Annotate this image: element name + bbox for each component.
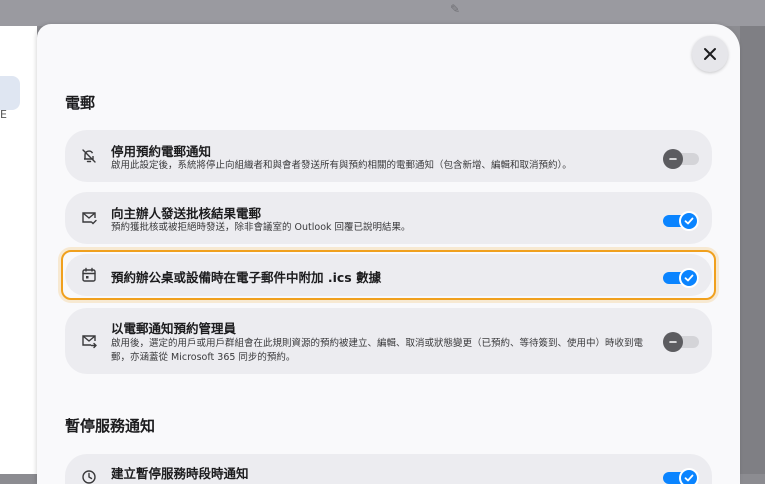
setting-title: 向主辦人發送批核結果電郵 bbox=[111, 206, 262, 221]
mail-forward-icon bbox=[82, 335, 97, 349]
setting-title: 建立暫停服務時段時通知 bbox=[111, 466, 249, 481]
minus-icon bbox=[669, 158, 677, 160]
toggle-disable-booking-emails[interactable] bbox=[663, 149, 699, 169]
close-icon bbox=[704, 48, 716, 60]
section-title-service-pause: 暫停服務通知 bbox=[65, 417, 156, 435]
toggle-approval-result-email[interactable] bbox=[663, 211, 699, 231]
toggle-knob bbox=[679, 468, 699, 484]
clock-icon bbox=[82, 470, 96, 484]
setting-card-disable-booking-emails: 停用預約電郵通知 啟用此設定後，系統將停止向組織者和與會者發送所有與預約相關的電… bbox=[65, 130, 712, 182]
notification-settings-panel: 電郵 停用預約電郵通知 啟用此設定後，系統將停止向組織者和與會者發送所有與預約相… bbox=[37, 24, 740, 484]
setting-title: 以電郵通知預約管理員 bbox=[111, 321, 237, 336]
background-header-icon: ✎ bbox=[450, 2, 461, 16]
setting-description: 預約獲批核或被拒絕時發送，除非會議室的 Outlook 回覆已說明結果。 bbox=[111, 222, 411, 233]
background-app-header bbox=[0, 0, 765, 26]
mail-check-icon bbox=[82, 212, 97, 225]
toggle-service-pause-notify[interactable] bbox=[663, 468, 699, 484]
toggle-knob bbox=[663, 332, 683, 352]
bell-off-icon bbox=[82, 149, 96, 163]
setting-card-notify-booking-admins: 以電郵通知預約管理員 啟用後，選定的用戶或用戶群組會在此規則資源的預約被建立、編… bbox=[65, 308, 712, 374]
background-sidebar-selected bbox=[0, 76, 20, 110]
setting-card-approval-result-email: 向主辦人發送批核結果電郵 預約獲批核或被拒絕時發送，除非會議室的 Outlook… bbox=[65, 192, 712, 244]
setting-description: 啟用此設定後，系統將停止向組織者和與會者發送所有與預約相關的電郵通知（包含新增、… bbox=[111, 160, 572, 171]
setting-card-service-pause-notify: 建立暫停服務時段時通知 bbox=[65, 454, 712, 484]
background-sidebar-glyph: E bbox=[0, 108, 7, 121]
toggle-knob bbox=[663, 149, 683, 169]
close-button[interactable] bbox=[692, 36, 728, 72]
toggle-notify-booking-admins[interactable] bbox=[663, 332, 699, 352]
section-title-email: 電郵 bbox=[65, 94, 96, 112]
setting-title: 停用預約電郵通知 bbox=[111, 144, 212, 159]
background-overlay bbox=[740, 26, 765, 474]
minus-icon bbox=[669, 341, 677, 343]
checkmark-icon bbox=[684, 217, 694, 225]
setting-description: 啟用後，選定的用戶或用戶群組會在此規則資源的預約被建立、編輯、取消或狀態變更（已… bbox=[111, 338, 644, 363]
toggle-knob bbox=[679, 211, 699, 231]
keyboard-focus-ring bbox=[61, 250, 716, 300]
